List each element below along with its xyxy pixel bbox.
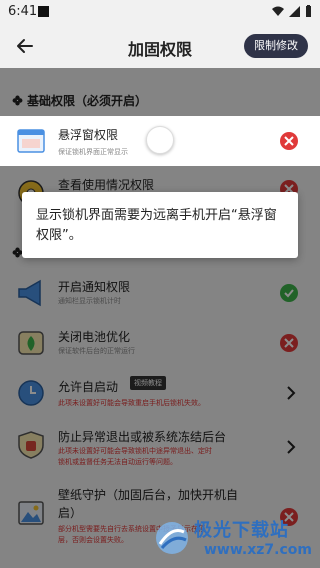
permission-subtitle: 保证锁机界面正常显示: [58, 148, 128, 156]
permission-hint-dialog[interactable]: 显示锁机界面需要为远离手机开启“悬浮窗权限”。: [22, 192, 298, 258]
permission-title: 悬浮窗权限: [58, 128, 119, 142]
limit-modify-button[interactable]: 限制修改: [244, 34, 308, 58]
watermark: 极光下载站 www.xz7.com: [150, 512, 320, 568]
status-error-icon: [280, 132, 298, 150]
wifi-icon: [272, 6, 284, 16]
aurora-logo-icon: [156, 522, 188, 554]
notification-icon: [38, 6, 49, 17]
app-bar: 加固权限 限制修改: [0, 24, 320, 68]
status-time: 6:41: [8, 4, 38, 19]
status-bar: 6:41: [0, 0, 320, 24]
dialog-message: 显示锁机界面需要为远离手机开启“悬浮窗权限”。: [36, 208, 277, 243]
window-icon: [17, 129, 45, 153]
battery-icon: [306, 5, 311, 17]
guide-pointer-circle[interactable]: [146, 126, 174, 154]
status-icons: [272, 5, 312, 17]
watermark-url: www.xz7.com: [204, 542, 312, 558]
watermark-name: 极光下载站: [194, 520, 289, 541]
signal-icon: [289, 5, 300, 17]
